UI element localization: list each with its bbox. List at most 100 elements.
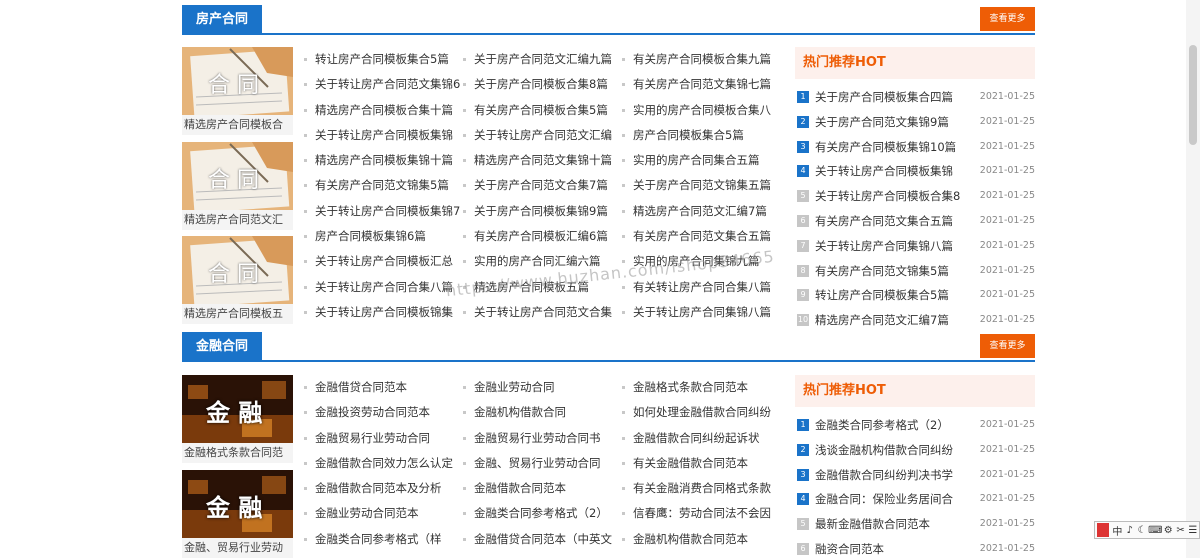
ime-toolbar[interactable]: 中 ♪ ☾ ⌨ ⚙ ✂ ☰ — [1094, 521, 1200, 539]
hot-item-title[interactable]: 最新金融借款合同范本 — [815, 512, 970, 537]
keyboard-icon[interactable]: ⌨ — [1148, 525, 1162, 536]
ime-chinese-mode[interactable]: 中 — [1111, 523, 1123, 538]
hot-item-title[interactable]: 浅谈金融机构借款合同纠纷 — [815, 438, 970, 463]
hot-item-title[interactable]: 金融借款合同纠纷判决书学 — [815, 463, 970, 488]
hot-item-title[interactable]: 转让房产合同模板集合5篇 — [815, 283, 970, 308]
hot-item[interactable]: 2 浅谈金融机构借款合同纠纷 2021-01-25 — [795, 438, 1035, 463]
article-link[interactable]: 有关金融消费合同格式条款 — [622, 476, 782, 501]
hot-item-title[interactable]: 有关房产合同范文集合五篇 — [815, 209, 970, 234]
article-link[interactable]: 金融借贷合同范本 — [304, 375, 464, 400]
article-link[interactable]: 有关房产合同范文锦集5篇 — [304, 173, 464, 198]
article-link[interactable]: 金融贸易行业劳动合同书 — [463, 426, 623, 451]
article-link[interactable]: 金融机构借款合同范本 — [622, 527, 782, 552]
hot-item[interactable]: 9 转让房产合同模板集合5篇 2021-01-25 — [795, 283, 1035, 308]
settings-icon[interactable]: ⚙ — [1162, 525, 1174, 536]
hot-item-title[interactable]: 融资合同范本 — [815, 537, 970, 558]
article-link[interactable]: 有关房产合同模板合集5篇 — [463, 98, 623, 123]
thumb-caption[interactable]: 金融、贸易行业劳动 — [182, 538, 293, 558]
article-link[interactable]: 金融机构借款合同 — [463, 400, 623, 425]
hot-item[interactable]: 2 关于房产合同范文集锦9篇 2021-01-25 — [795, 110, 1035, 135]
article-link[interactable]: 金融借款合同纠纷起诉状 — [622, 426, 782, 451]
hot-item-title[interactable]: 精选房产合同范文汇编7篇 — [815, 308, 970, 333]
article-link[interactable]: 精选房产合同模板合集十篇 — [304, 98, 464, 123]
hot-item-title[interactable]: 关于转让房产合同模板集锦 — [815, 159, 970, 184]
hot-item[interactable]: 10 精选房产合同范文汇编7篇 2021-01-25 — [795, 308, 1035, 333]
article-link[interactable]: 关于房产合同范文合集7篇 — [463, 173, 623, 198]
hot-item[interactable]: 4 金融合同：保险业务居间合 2021-01-25 — [795, 487, 1035, 512]
article-link[interactable]: 如何处理金融借款合同纠纷 — [622, 400, 782, 425]
article-link[interactable]: 有关房产合同范文集合五篇 — [622, 224, 782, 249]
article-link[interactable]: 精选房产合同范文集锦十篇 — [463, 148, 623, 173]
hot-item[interactable]: 8 有关房产合同范文锦集5篇 2021-01-25 — [795, 259, 1035, 284]
hot-item[interactable]: 1 金融类合同参考格式（2） 2021-01-25 — [795, 413, 1035, 438]
article-link[interactable]: 金融业劳动合同 — [463, 375, 623, 400]
article-link[interactable]: 实用的房产合同模板合集八 — [622, 98, 782, 123]
thumb-card[interactable]: 金 融 金融格式条款合同范 — [182, 375, 293, 463]
scrollbar[interactable] — [1186, 0, 1200, 558]
article-link[interactable]: 有关房产合同范文集锦七篇 — [622, 72, 782, 97]
hot-item[interactable]: 3 有关房产合同模板集锦10篇 2021-01-25 — [795, 135, 1035, 160]
article-link[interactable]: 金融借款合同效力怎么认定 — [304, 451, 464, 476]
hot-item-title[interactable]: 关于房产合同范文集锦9篇 — [815, 110, 970, 135]
ime-moon-icon[interactable]: ☾ — [1136, 525, 1148, 536]
hot-item-title[interactable]: 有关房产合同模板集锦10篇 — [815, 135, 970, 160]
article-link[interactable]: 关于转让房产合同模板集锦 — [304, 123, 464, 148]
hot-item-title[interactable]: 关于转让房产合同模板合集8 — [815, 184, 970, 209]
thumb-caption[interactable]: 精选房产合同模板合 — [182, 115, 293, 135]
hot-item[interactable]: 4 关于转让房产合同模板集锦 2021-01-25 — [795, 159, 1035, 184]
thumb-card[interactable]: 合 同 精选房产合同模板合 — [182, 47, 293, 135]
hot-item-title[interactable]: 金融合同：保险业务居间合 — [815, 487, 970, 512]
ime-punct-icon[interactable]: ♪ — [1124, 525, 1136, 536]
article-link[interactable]: 关于房产合同模板合集8篇 — [463, 72, 623, 97]
article-link[interactable]: 关于转让房产合同范文集锦6 — [304, 72, 464, 97]
article-link[interactable]: 关于房产合同范文锦集五篇 — [622, 173, 782, 198]
article-link[interactable]: 关于转让房产合同模板集锦7 — [304, 199, 464, 224]
article-link[interactable]: 精选房产合同范文汇编7篇 — [622, 199, 782, 224]
article-link[interactable]: 金融业劳动合同范本 — [304, 501, 464, 526]
scroll-thumb[interactable] — [1189, 45, 1197, 145]
article-link[interactable]: 金融投资劳动合同范本 — [304, 400, 464, 425]
article-link[interactable]: 金融借贷合同范本（中英文 — [463, 527, 623, 552]
article-link[interactable]: 关于转让房产合同合集八篇 — [304, 275, 464, 300]
article-link[interactable]: 房产合同模板集锦6篇 — [304, 224, 464, 249]
hot-item[interactable]: 1 关于房产合同模板集合四篇 2021-01-25 — [795, 85, 1035, 110]
article-link[interactable]: 有关房产合同模板汇编6篇 — [463, 224, 623, 249]
article-link[interactable]: 有关金融借款合同范本 — [622, 451, 782, 476]
more-button[interactable]: 查看更多 — [980, 7, 1035, 31]
hot-item-title[interactable]: 有关房产合同范文锦集5篇 — [815, 259, 970, 284]
article-link[interactable]: 关于房产合同范文汇编九篇 — [463, 47, 623, 72]
article-link[interactable]: 金融借款合同范本 — [463, 476, 623, 501]
hot-item[interactable]: 7 关于转让房产合同集锦八篇 2021-01-25 — [795, 234, 1035, 259]
article-link[interactable]: 实用的房产合同集合五篇 — [622, 148, 782, 173]
hot-item-title[interactable]: 关于房产合同模板集合四篇 — [815, 85, 970, 110]
article-link[interactable]: 关于转让房产合同范文合集 — [463, 300, 623, 325]
hot-item-title[interactable]: 金融类合同参考格式（2） — [815, 413, 970, 438]
article-link[interactable]: 金融贸易行业劳动合同 — [304, 426, 464, 451]
article-link[interactable]: 有关房产合同模板合集九篇 — [622, 47, 782, 72]
article-link[interactable]: 信春鹰：劳动合同法不会因 — [622, 501, 782, 526]
scissors-icon[interactable]: ✂ — [1174, 525, 1186, 536]
article-link[interactable]: 金融格式条款合同范本 — [622, 375, 782, 400]
hot-item-title[interactable]: 关于转让房产合同集锦八篇 — [815, 234, 970, 259]
article-link[interactable]: 金融、贸易行业劳动合同 — [463, 451, 623, 476]
article-link[interactable]: 转让房产合同模板集合5篇 — [304, 47, 464, 72]
article-link[interactable]: 金融类合同参考格式（样 — [304, 527, 464, 552]
article-link[interactable]: 金融借款合同范本及分析 — [304, 476, 464, 501]
hot-item[interactable]: 6 有关房产合同范文集合五篇 2021-01-25 — [795, 209, 1035, 234]
thumb-card[interactable]: 合 同 精选房产合同范文汇 — [182, 142, 293, 230]
hot-item[interactable]: 5 关于转让房产合同模板合集8 2021-01-25 — [795, 184, 1035, 209]
more-button[interactable]: 查看更多 — [980, 334, 1035, 358]
menu-icon[interactable]: ☰ — [1187, 525, 1199, 536]
article-link[interactable]: 精选房产合同模板集锦十篇 — [304, 148, 464, 173]
article-link[interactable]: 关于转让房产合同模板汇总 — [304, 249, 464, 274]
hot-item[interactable]: 5 最新金融借款合同范本 2021-01-25 — [795, 512, 1035, 537]
hot-item[interactable]: 6 融资合同范本 2021-01-25 — [795, 537, 1035, 558]
article-link[interactable]: 关于房产合同模板集锦9篇 — [463, 199, 623, 224]
thumb-caption[interactable]: 金融格式条款合同范 — [182, 443, 293, 463]
article-link[interactable]: 关于转让房产合同范文汇编 — [463, 123, 623, 148]
hot-item[interactable]: 3 金融借款合同纠纷判决书学 2021-01-25 — [795, 463, 1035, 488]
thumb-card[interactable]: 合 同 精选房产合同模板五 — [182, 236, 293, 324]
thumb-card[interactable]: 金 融 金融、贸易行业劳动 — [182, 470, 293, 558]
article-link[interactable]: 房产合同模板集合5篇 — [622, 123, 782, 148]
article-link[interactable]: 金融类合同参考格式（2） — [463, 501, 623, 526]
